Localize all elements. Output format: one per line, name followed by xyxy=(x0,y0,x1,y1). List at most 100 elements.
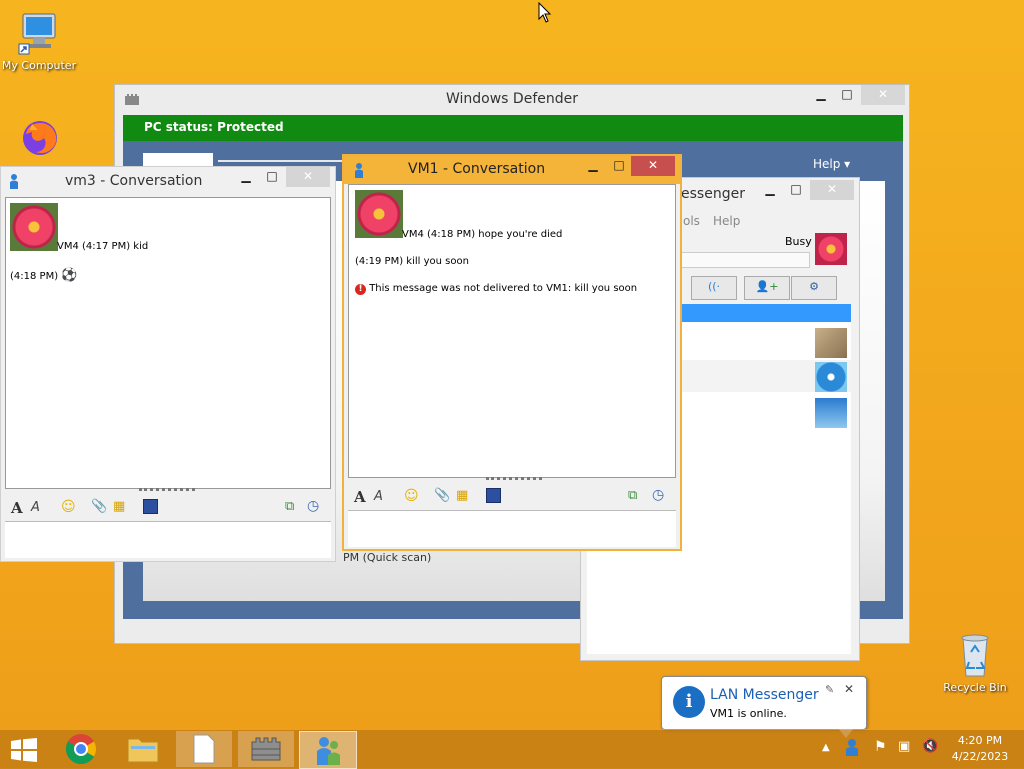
message-input[interactable] xyxy=(348,510,676,547)
send-file-icon[interactable]: 📎 xyxy=(91,499,107,514)
font-color-icon[interactable]: A xyxy=(31,500,40,515)
desktop-icon-recycle-bin[interactable]: Recycle Bin xyxy=(933,632,1017,694)
settings-button[interactable]: ⚙ xyxy=(791,276,837,300)
document-icon xyxy=(193,734,215,764)
last-scan-text: PM (Quick scan) xyxy=(343,551,432,564)
close-button[interactable]: ✕ xyxy=(631,156,675,176)
close-button[interactable]: ✕ xyxy=(810,180,854,200)
contact-avatar-cat xyxy=(815,328,847,358)
sender-avatar xyxy=(10,203,58,251)
status-message-input[interactable] xyxy=(681,252,810,268)
broadcast-button[interactable]: ((· xyxy=(691,276,737,300)
emoticon-icon[interactable]: ☺ xyxy=(404,488,419,504)
broadcast-file-icon[interactable]: ⧉ xyxy=(628,488,637,503)
message-input[interactable] xyxy=(5,521,331,558)
close-icon[interactable]: ✕ xyxy=(844,682,854,696)
computer-icon xyxy=(18,13,56,55)
minimize-button[interactable]: ▁ xyxy=(233,167,259,187)
messenger-title: essenger xyxy=(681,186,745,202)
folder-icon xyxy=(127,738,159,763)
history-icon[interactable]: ◷ xyxy=(307,498,319,514)
sender-avatar xyxy=(355,190,403,238)
clock-time: 4:20 PM xyxy=(957,734,1003,747)
soccer-ball-emoticon: ⚽ xyxy=(61,268,78,283)
message-line: VM4 (4:18 PM) hope you're died xyxy=(402,229,563,240)
firefox-icon[interactable] xyxy=(18,114,62,158)
history-icon[interactable]: ◷ xyxy=(652,487,664,503)
vm1-conversation-window: VM1 - Conversation ▁ □ ✕ VM4 (4:18 PM) h… xyxy=(342,154,682,551)
clock-date: 4/22/2023 xyxy=(951,750,1009,763)
maximize-button[interactable]: □ xyxy=(606,156,632,176)
minimize-button[interactable]: ▁ xyxy=(757,180,783,200)
contact-avatar-coaster xyxy=(815,398,847,428)
clock[interactable]: 4:20 PM 4/22/2023 xyxy=(944,733,1016,765)
font-icon[interactable]: A xyxy=(11,499,23,517)
taskbar-chrome[interactable] xyxy=(53,731,109,767)
maximize-button[interactable]: □ xyxy=(259,167,285,187)
pin-icon[interactable]: ✎ xyxy=(825,683,834,696)
desktop-icon-label: My Computer xyxy=(1,59,77,72)
volume-muted-icon[interactable]: 🔇 xyxy=(922,739,938,754)
message-line: (4:19 PM) kill you soon xyxy=(355,256,469,267)
show-hidden-icons-icon[interactable]: ▲ xyxy=(822,742,830,753)
save-icon[interactable] xyxy=(486,488,501,503)
taskbar-file-explorer[interactable] xyxy=(115,731,171,767)
action-center-flag-icon[interactable]: ⚑ xyxy=(874,739,887,755)
emoticon-icon[interactable]: ☺ xyxy=(61,499,76,515)
lan-messenger-tray-icon[interactable] xyxy=(844,738,860,756)
broadcast-file-icon[interactable]: ⧉ xyxy=(285,499,294,514)
pc-status-label: PC status: Protected xyxy=(144,120,284,134)
error-icon: ! xyxy=(355,284,366,295)
tab-strip xyxy=(218,160,348,162)
contact-avatar-wheel xyxy=(815,362,847,392)
windows-logo-icon xyxy=(11,738,37,762)
recycle-bin-icon xyxy=(961,634,989,677)
format-toolbar: A A ☺ 📎 ▦ ⧉ ◷ xyxy=(348,486,674,510)
close-button[interactable]: ✕ xyxy=(286,167,330,187)
taskbar-lan-messenger[interactable] xyxy=(299,731,357,769)
network-icon[interactable]: ▣ xyxy=(898,739,910,754)
help-link[interactable]: Help ▾ xyxy=(813,157,850,171)
start-button[interactable] xyxy=(10,738,38,762)
taskbar-windows-defender[interactable] xyxy=(238,731,294,767)
send-folder-icon[interactable]: ▦ xyxy=(456,488,468,503)
status-label[interactable]: Busy xyxy=(785,235,812,248)
window-title: VM1 - Conversation xyxy=(408,161,546,177)
message-history: VM4 (4:17 PM) kid (4:18 PM) ⚽ xyxy=(5,197,331,489)
save-icon[interactable] xyxy=(143,499,158,514)
chrome-icon xyxy=(65,734,97,765)
font-color-icon[interactable]: A xyxy=(374,489,383,504)
message-line: VM4 (4:17 PM) kid xyxy=(57,241,149,252)
send-file-icon[interactable]: 📎 xyxy=(434,488,450,503)
menu-help[interactable]: Help xyxy=(713,214,740,228)
title-bar: Windows Defender ▁ □ ✕ xyxy=(115,85,909,115)
desktop-icon-my-computer[interactable]: My Computer xyxy=(0,10,81,72)
splitter-handle[interactable] xyxy=(139,488,195,495)
messenger-app-icon xyxy=(10,174,18,189)
minimize-button[interactable]: ▁ xyxy=(580,156,606,176)
minimize-button[interactable]: ▁ xyxy=(808,85,834,105)
notification-balloon[interactable]: i LAN Messenger VM1 is online. ✎ ✕ xyxy=(661,676,867,738)
window-title: Windows Defender xyxy=(445,91,578,107)
window-title: vm3 - Conversation xyxy=(65,173,203,189)
font-icon[interactable]: A xyxy=(354,488,366,506)
message-line: (4:18 PM) ⚽ xyxy=(10,268,78,283)
maximize-button[interactable]: □ xyxy=(783,180,809,200)
info-icon: i xyxy=(673,686,705,718)
mouse-cursor-icon xyxy=(538,2,552,23)
vm3-conversation-window: vm3 - Conversation ▁ □ ✕ VM4 (4:17 PM) k… xyxy=(0,166,336,562)
notification-body: VM1 is online. xyxy=(710,707,787,720)
splitter-handle[interactable] xyxy=(486,477,542,484)
messenger-users-icon xyxy=(317,737,340,765)
castle-icon xyxy=(251,737,281,761)
desktop-icon-label: Recycle Bin xyxy=(943,681,1007,694)
close-button[interactable]: ✕ xyxy=(861,85,905,105)
taskbar-notepad[interactable] xyxy=(176,731,232,767)
format-toolbar: A A ☺ 📎 ▦ ⧉ ◷ xyxy=(5,497,329,521)
error-message-line: ! This message was not delivered to VM1:… xyxy=(355,283,637,295)
add-contact-button[interactable]: 👤+ xyxy=(744,276,790,300)
send-folder-icon[interactable]: ▦ xyxy=(113,499,125,514)
user-avatar xyxy=(815,233,847,265)
maximize-button[interactable]: □ xyxy=(834,85,860,105)
menu-tools[interactable]: ols xyxy=(683,214,700,228)
